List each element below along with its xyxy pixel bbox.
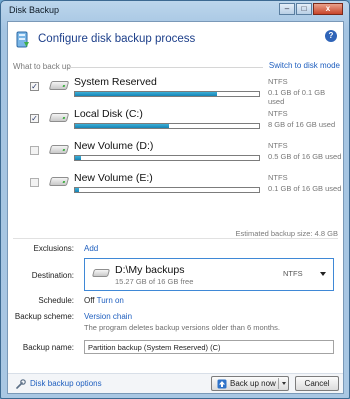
disk-used: 0.1 GB of 0.1 GB used — [268, 88, 326, 106]
disk-usage-fill — [75, 188, 79, 192]
footer-bar: Disk backup options Back up now Cancel — [8, 373, 343, 393]
disk-filesystem: NTFS — [268, 141, 288, 150]
backup-now-icon — [217, 379, 227, 389]
window-title: Disk Backup — [9, 5, 60, 15]
hard-drive-icon — [48, 177, 70, 186]
dialog-body: Configure disk backup process ? What to … — [7, 21, 344, 394]
hard-drive-icon — [48, 81, 70, 90]
disk-filesystem: NTFS — [268, 77, 288, 86]
exclusions-label: Exclusions: — [33, 244, 74, 253]
estimated-backup-size: Estimated backup size: 4.8 GB — [235, 229, 338, 238]
disk-used: 8 GB of 16 GB used — [268, 120, 336, 129]
checkmark: ✓ — [31, 114, 38, 123]
disk-filesystem: NTFS — [268, 173, 288, 182]
chevron-down-icon[interactable] — [320, 272, 326, 276]
disk-name: New Volume (E:) — [74, 172, 153, 184]
schedule-status: Off — [84, 296, 95, 305]
chevron-down-icon[interactable] — [282, 382, 286, 385]
page-title: Configure disk backup process — [38, 33, 196, 45]
disk-usage-fill — [75, 124, 169, 128]
destination-path: D:\My backups — [115, 264, 185, 276]
turn-on-schedule-link[interactable]: Turn on — [97, 296, 124, 305]
disk-checkbox[interactable] — [30, 178, 39, 187]
disk-row[interactable]: ✓ System Reserved NTFS 0.1 GB of 0.1 GB use… — [8, 76, 343, 110]
backup-icon — [16, 31, 29, 48]
disk-checkbox[interactable] — [30, 146, 39, 155]
disk-name: Local Disk (C:) — [74, 108, 143, 120]
hard-drive-icon — [48, 145, 70, 154]
disk-checkbox[interactable]: ✓ — [30, 82, 39, 91]
backup-name-field[interactable] — [84, 340, 334, 354]
title-bar[interactable]: Disk Backup – □ x — [1, 1, 349, 19]
disk-row[interactable]: New Volume (D:) NTFS 0.5 GB of 16 GB used — [8, 140, 343, 174]
disk-row[interactable]: New Volume (E:) NTFS 0.1 GB of 16 GB used — [8, 172, 343, 206]
disk-usage-bar — [74, 91, 260, 97]
section-label-what-to-back-up: What to back up — [13, 62, 71, 71]
destination-label: Destination: — [31, 271, 74, 280]
disk-usage-bar — [74, 187, 260, 193]
maximize-button[interactable]: □ — [296, 3, 312, 15]
section-divider — [68, 67, 263, 68]
backup-scheme-label: Backup scheme: — [14, 312, 74, 321]
wrench-icon — [16, 379, 26, 389]
version-chain-link[interactable]: Version chain — [84, 312, 132, 321]
disk-backup-options-label: Disk backup options — [30, 379, 102, 388]
close-button[interactable]: x — [313, 3, 343, 15]
disk-usage-bar — [74, 155, 260, 161]
checkmark: ✓ — [31, 82, 38, 91]
backup-name-label: Backup name: — [22, 343, 74, 352]
window-controls: – □ x — [279, 3, 343, 15]
destination-free-space: 15.27 GB of 16 GB free — [115, 277, 194, 286]
disk-name: System Reserved — [74, 76, 157, 88]
schedule-value: Off Turn on — [84, 296, 124, 305]
divider — [13, 238, 338, 239]
add-exclusions-link[interactable]: Add — [84, 244, 98, 253]
disk-usage-fill — [75, 156, 81, 160]
disk-usage-bar — [74, 123, 260, 129]
minimize-button[interactable]: – — [279, 3, 295, 15]
destination-filesystem: NTFS — [283, 269, 303, 278]
disk-filesystem: NTFS — [268, 109, 288, 118]
destination-select[interactable]: D:\My backups 15.27 GB of 16 GB free NTF… — [84, 258, 334, 291]
disk-backup-window: Disk Backup – □ x Configure disk backup … — [0, 0, 350, 399]
disk-usage-fill — [75, 92, 217, 96]
switch-to-disk-mode-link[interactable]: Switch to disk mode — [269, 61, 340, 70]
hard-drive-icon — [91, 269, 111, 277]
help-icon[interactable]: ? — [325, 30, 337, 42]
back-up-now-label: Back up now — [230, 379, 276, 388]
disk-row[interactable]: ✓ Local Disk (C:) NTFS 8 GB of 16 GB used — [8, 108, 343, 142]
hard-drive-icon — [48, 113, 70, 122]
backup-scheme-description: The program deletes backup versions olde… — [84, 323, 280, 332]
disk-used: 0.5 GB of 16 GB used — [268, 152, 342, 161]
back-up-now-button[interactable]: Back up now — [211, 376, 289, 391]
dialog-header: Configure disk backup process ? — [8, 22, 343, 56]
disk-checkbox[interactable]: ✓ — [30, 114, 39, 123]
schedule-label: Schedule: — [38, 296, 74, 305]
disk-name: New Volume (D:) — [74, 140, 154, 152]
disk-used: 0.1 GB of 16 GB used — [268, 184, 342, 193]
split-divider — [278, 378, 279, 389]
cancel-button[interactable]: Cancel — [295, 376, 339, 391]
